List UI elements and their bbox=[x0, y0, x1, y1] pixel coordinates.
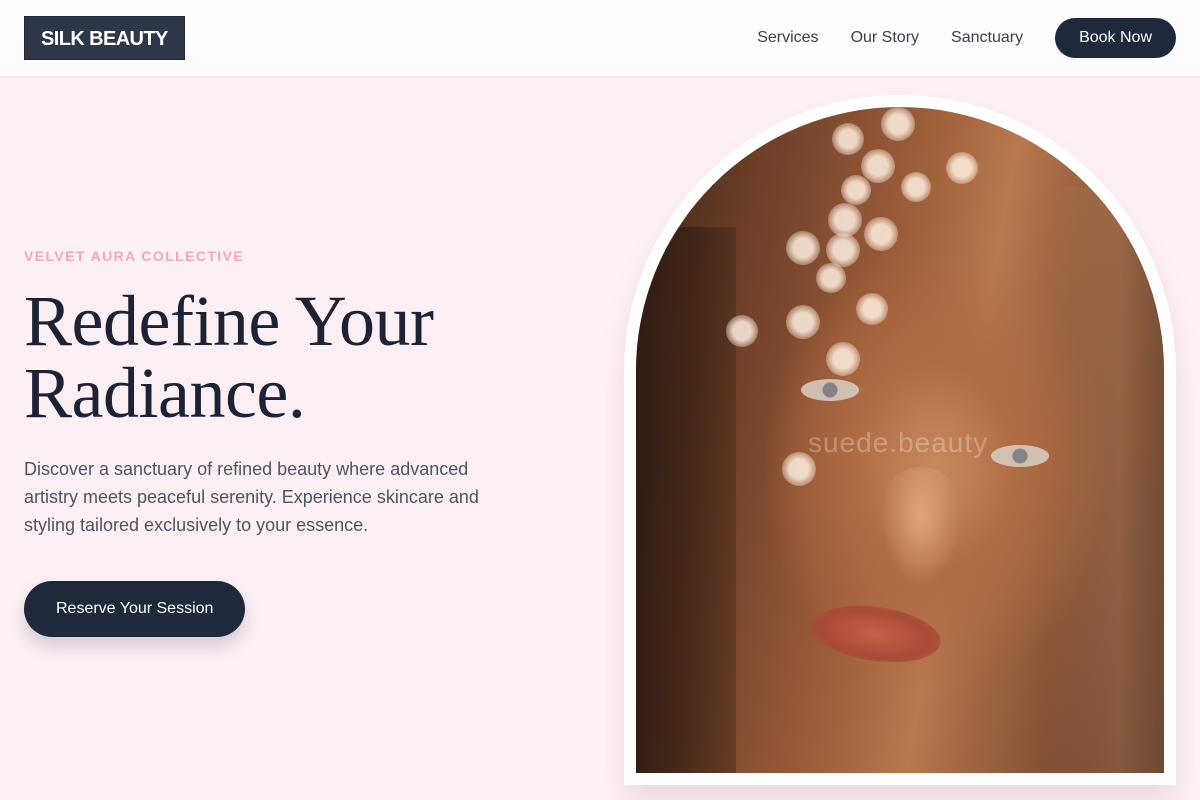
headline-line-1: Redefine Your bbox=[24, 281, 434, 361]
bokeh-light bbox=[861, 149, 895, 183]
photo-hair-left bbox=[636, 227, 736, 773]
hero-image-frame: suede.beauty bbox=[624, 95, 1176, 785]
bokeh-light bbox=[828, 203, 862, 237]
site-header: SILK BEAUTY Services Our Story Sanctuary… bbox=[0, 0, 1200, 76]
main-nav: Services Our Story Sanctuary Book Now bbox=[757, 18, 1176, 58]
bokeh-light bbox=[786, 305, 820, 339]
hero-description: Discover a sanctuary of refined beauty w… bbox=[24, 459, 479, 535]
bokeh-light bbox=[726, 315, 758, 347]
nav-link-sanctuary[interactable]: Sanctuary bbox=[951, 29, 1023, 47]
photo-eye-right bbox=[991, 445, 1049, 467]
brand-logo[interactable]: SILK BEAUTY bbox=[24, 16, 185, 60]
bokeh-light bbox=[864, 217, 898, 251]
photo-lips bbox=[807, 598, 945, 670]
bokeh-light bbox=[826, 233, 860, 267]
photo-eye-left bbox=[801, 379, 859, 401]
bokeh-light bbox=[832, 123, 864, 155]
image-watermark: suede.beauty bbox=[808, 427, 989, 458]
photo-hair-right bbox=[1044, 187, 1164, 773]
hero-portrait-image: suede.beauty bbox=[636, 107, 1164, 773]
hero-content: VELVET AURA COLLECTIVE Redefine Your Rad… bbox=[24, 248, 494, 637]
book-now-button[interactable]: Book Now bbox=[1055, 18, 1176, 58]
photo-nose bbox=[881, 467, 961, 587]
bokeh-light bbox=[841, 175, 871, 205]
bokeh-light bbox=[856, 293, 888, 325]
hero-headline: Redefine Your Radiance. bbox=[24, 285, 494, 429]
hero-eyebrow: VELVET AURA COLLECTIVE bbox=[24, 248, 245, 264]
bokeh-light bbox=[816, 263, 846, 293]
reserve-session-button[interactable]: Reserve Your Session bbox=[24, 581, 246, 637]
nav-link-our-story[interactable]: Our Story bbox=[851, 29, 919, 47]
bokeh-light bbox=[786, 231, 820, 265]
bokeh-light bbox=[881, 107, 915, 141]
bokeh-light bbox=[901, 172, 931, 202]
bokeh-light bbox=[946, 152, 978, 184]
bokeh-light bbox=[826, 342, 860, 376]
nav-link-services[interactable]: Services bbox=[757, 29, 818, 47]
headline-line-2: Radiance. bbox=[24, 353, 306, 433]
